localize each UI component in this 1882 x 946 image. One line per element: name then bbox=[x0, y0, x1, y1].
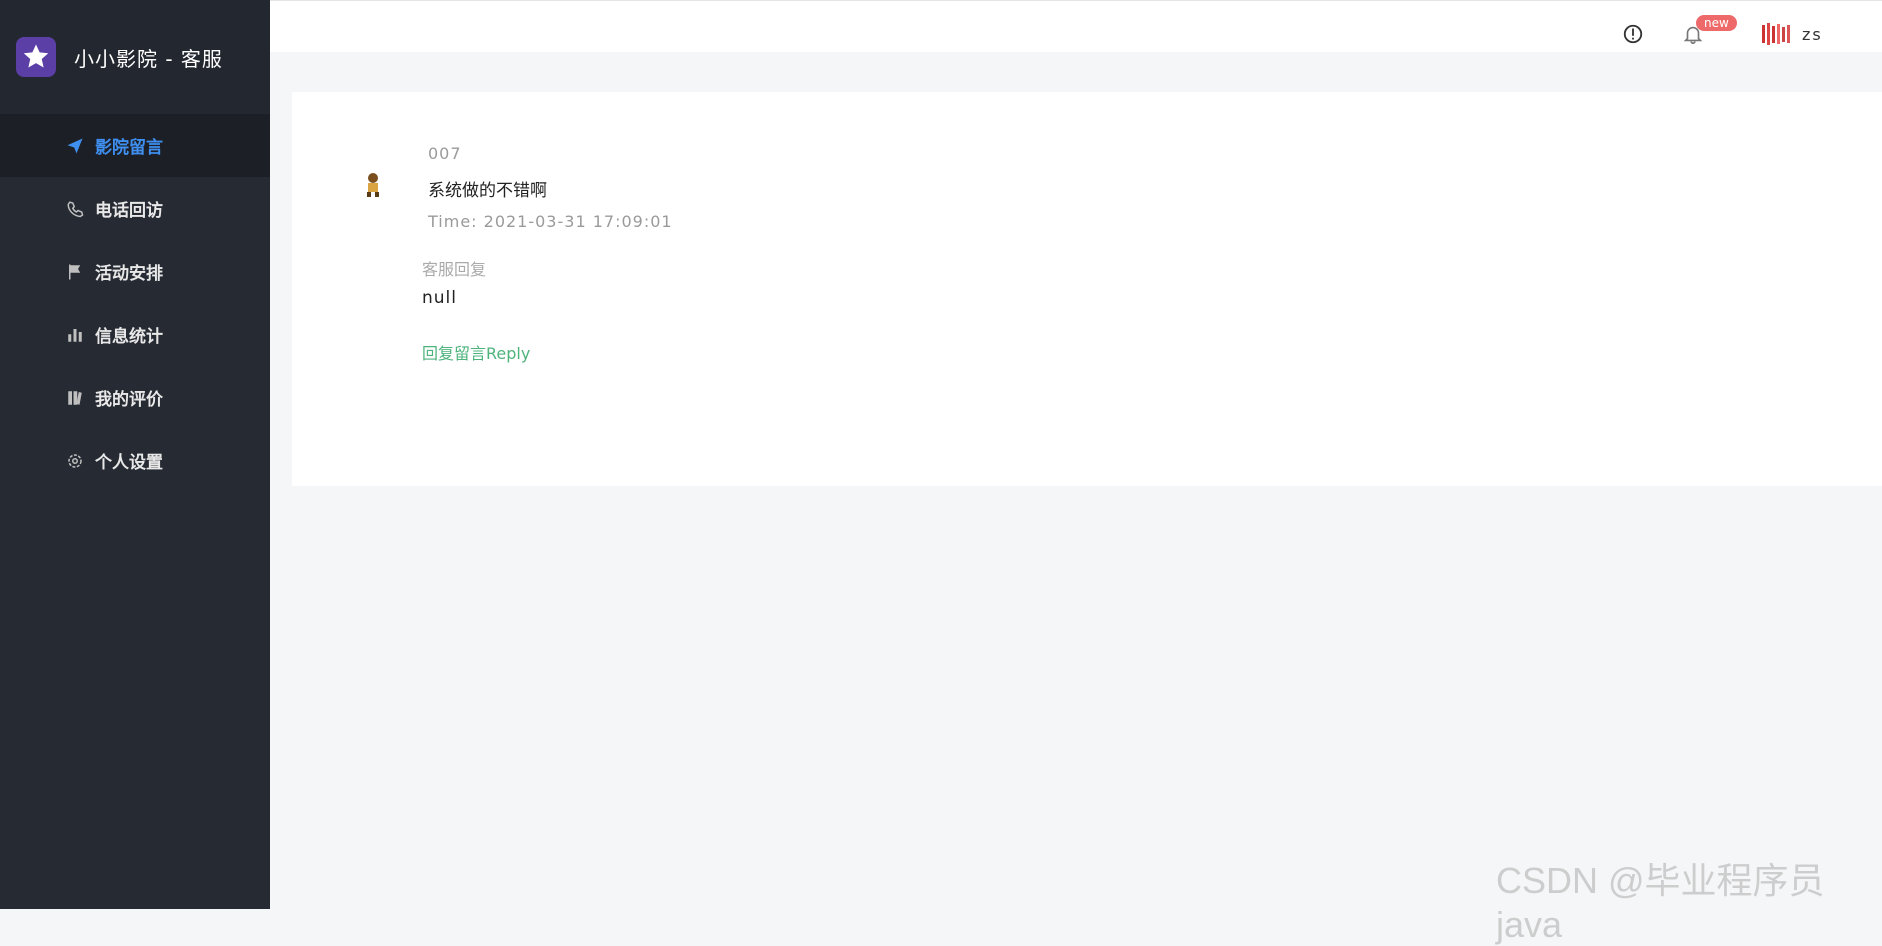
username[interactable]: zs bbox=[1802, 25, 1823, 44]
sidebar-item-settings[interactable]: 个人设置 bbox=[0, 429, 270, 492]
sidebar-item-label: 活动安排 bbox=[95, 264, 163, 284]
gear-icon bbox=[66, 451, 86, 471]
sidebar-item-phone-visit[interactable]: 电话回访 bbox=[0, 177, 270, 240]
user-avatar-icon bbox=[362, 172, 384, 202]
star-icon bbox=[16, 37, 56, 77]
watermark: CSDN @毕业程序员java bbox=[1496, 860, 1825, 945]
sidebar-item-reviews[interactable]: 我的评价 bbox=[0, 366, 270, 429]
reply-button[interactable]: 回复留言Reply bbox=[422, 340, 530, 364]
flag-icon bbox=[66, 262, 86, 282]
sidebar-item-activities[interactable]: 活动安排 bbox=[0, 240, 270, 303]
sidebar-item-label: 电话回访 bbox=[95, 201, 163, 221]
sidebar-item-messages[interactable]: 影院留言 bbox=[0, 114, 270, 177]
brand: 小小影院 - 客服 bbox=[0, 0, 270, 114]
message-card: 007 系统做的不错啊 Time: 2021-03-31 17:09:01 客服… bbox=[292, 92, 1882, 486]
avatar[interactable] bbox=[1760, 21, 1794, 47]
sidebar-item-label: 信息统计 bbox=[95, 327, 163, 347]
paper-plane-icon bbox=[66, 136, 86, 156]
alert-circle-icon[interactable] bbox=[1622, 23, 1644, 49]
message-time: Time: 2021-03-31 17:09:01 bbox=[428, 212, 673, 231]
reply-value: null bbox=[422, 288, 457, 308]
sidebar-menu: 影院留言 电话回访 活动安排 信息统计 我的评价 个人设置 bbox=[0, 114, 270, 492]
sidebar-item-label: 影院留言 bbox=[95, 138, 163, 158]
bar-chart-icon bbox=[66, 325, 86, 345]
header-actions: new zs bbox=[1622, 1, 1882, 53]
sidebar-item-label: 个人设置 bbox=[95, 453, 163, 473]
message-author: 007 bbox=[428, 144, 462, 163]
sidebar: 小小影院 - 客服 影院留言 电话回访 活动安排 信息统计 我的评价 个人设置 bbox=[0, 0, 270, 909]
top-header: new zs bbox=[270, 0, 1882, 52]
reply-label: 客服回复 bbox=[422, 260, 487, 279]
book-icon bbox=[66, 388, 86, 408]
brand-title: 小小影院 - 客服 bbox=[74, 46, 223, 71]
sidebar-item-label: 我的评价 bbox=[95, 390, 163, 410]
notification-badge: new bbox=[1696, 15, 1737, 31]
message-content: 系统做的不错啊 bbox=[428, 181, 547, 201]
sidebar-item-statistics[interactable]: 信息统计 bbox=[0, 303, 270, 366]
phone-icon bbox=[66, 199, 86, 219]
